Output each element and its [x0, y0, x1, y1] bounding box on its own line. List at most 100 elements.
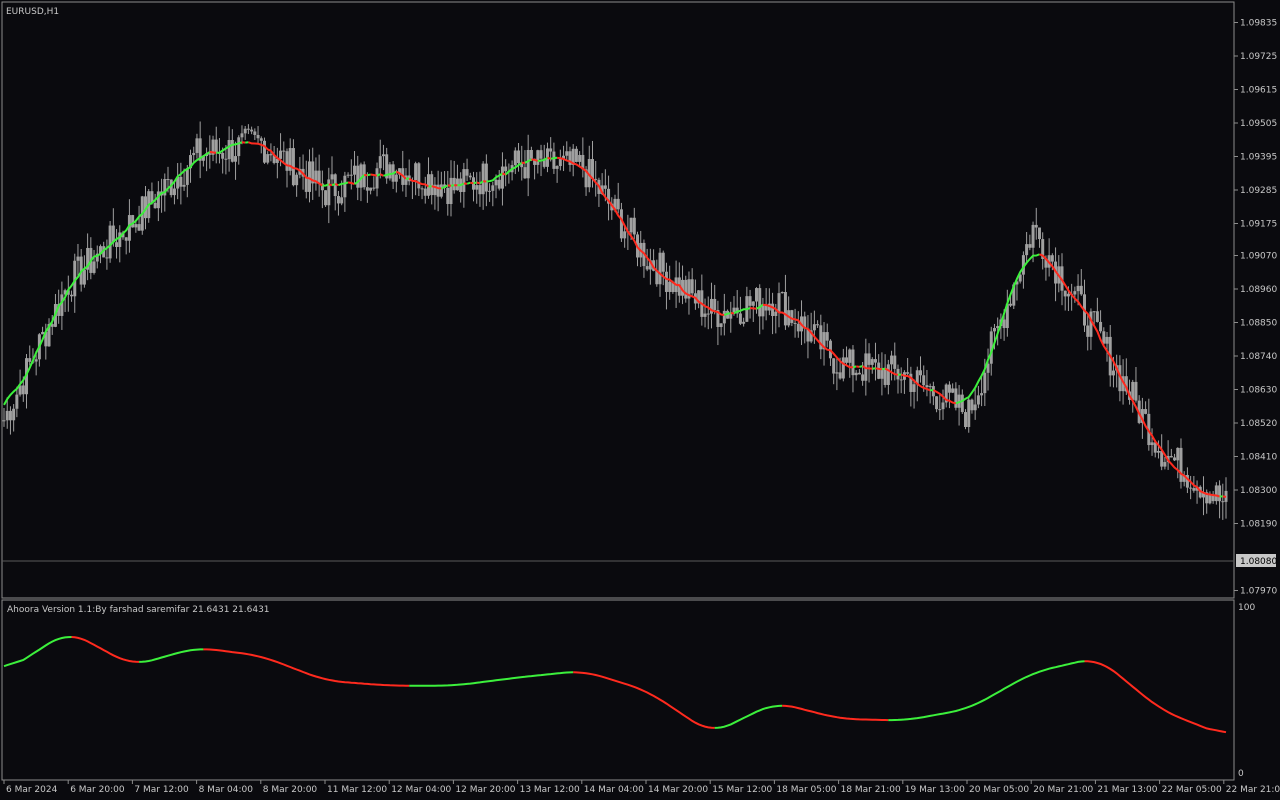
candle-body [616, 198, 620, 210]
candle-body [754, 288, 758, 302]
candle-body [925, 385, 929, 388]
candle-body [324, 190, 328, 206]
candle-body [976, 395, 980, 405]
candle-body [1002, 319, 1006, 329]
candle-body [221, 152, 225, 159]
trend-segment [367, 173, 371, 177]
candle-body [780, 291, 784, 294]
candle-body [1131, 381, 1135, 400]
trend-segment [470, 181, 474, 185]
candle-body [906, 372, 910, 374]
time-tick-label: 14 Mar 04:00 [584, 785, 644, 795]
trend-segment [466, 181, 471, 185]
candle-body [388, 164, 392, 179]
candle-body [1176, 447, 1180, 461]
candle-body [1028, 244, 1032, 248]
candle-body [552, 151, 556, 169]
candle-body [835, 372, 839, 374]
candle-body [877, 362, 881, 379]
trend-segment [376, 173, 381, 177]
candle-body [365, 187, 369, 191]
candle-body [227, 140, 231, 160]
candle-body [967, 399, 971, 428]
trend-segment [852, 365, 857, 369]
candle-body [1144, 409, 1148, 414]
candle-body [867, 353, 871, 365]
candle-body [462, 169, 466, 192]
candle-body [632, 217, 636, 235]
candle-body [478, 185, 482, 195]
candle-body [854, 372, 858, 376]
candle-body [1025, 244, 1029, 256]
candle-body [172, 188, 176, 196]
time-tick-label: 22 Mar 21:00 [1226, 785, 1280, 795]
candle-body [452, 177, 456, 191]
candle-body [912, 384, 916, 392]
candle-body [722, 310, 726, 324]
candle-body [250, 129, 254, 132]
candle-body [954, 388, 958, 408]
candle-body [619, 209, 623, 239]
candle-body [838, 372, 842, 379]
main-chart-title: EURUSD,H1 [6, 7, 59, 17]
trend-segment [370, 173, 378, 177]
candle-body [230, 140, 234, 162]
candle-body [214, 139, 218, 154]
candle-body [500, 166, 504, 189]
candle-body [947, 384, 951, 393]
candle-body [481, 163, 485, 195]
time-tick-label: 7 Mar 12:00 [134, 785, 189, 795]
candle-body [436, 184, 440, 197]
candle-body [893, 355, 897, 369]
price-tick-label: 1.08740 [1240, 352, 1277, 362]
price-tick-label: 1.09725 [1240, 52, 1277, 62]
candle-body [124, 237, 128, 241]
candle-body [468, 175, 472, 178]
candle-body [774, 311, 778, 316]
time-tick-label: 13 Mar 12:00 [520, 785, 580, 795]
candle-body [246, 128, 250, 130]
candle-body [2, 420, 6, 422]
candle-body [295, 174, 299, 186]
price-tick-label: 1.08520 [1240, 419, 1277, 429]
price-tick-label: 1.08630 [1240, 385, 1277, 395]
candle-body [1214, 485, 1218, 502]
candle-body [539, 150, 543, 159]
candle-body [832, 358, 836, 374]
candle-body [668, 281, 672, 292]
price-tick-label: 1.08850 [1240, 318, 1277, 328]
candle-body [340, 197, 344, 204]
candle-body [262, 140, 266, 163]
candle-body [369, 187, 373, 191]
trend-segment [450, 184, 455, 187]
candle-body [845, 357, 849, 363]
trend-segment [476, 181, 481, 185]
candle-body [1160, 450, 1164, 467]
candle-body [951, 388, 955, 393]
candle-body [21, 385, 25, 395]
trend-segment [859, 365, 863, 368]
candle-body [883, 367, 887, 385]
candle-body [919, 370, 922, 376]
candle-body [1163, 462, 1167, 467]
time-tick-label: 12 Mar 04:00 [391, 785, 451, 795]
candle-body [439, 184, 443, 197]
candle-body [76, 256, 80, 261]
candle-body [793, 322, 797, 324]
candle-body [1169, 456, 1173, 458]
candle-body [423, 188, 427, 196]
candle-body [565, 151, 569, 156]
candle-body [105, 257, 109, 259]
candle-body [420, 188, 424, 190]
candle-body [992, 328, 996, 332]
candle-body [137, 224, 141, 231]
trend-segment [209, 150, 217, 154]
candle-body [890, 355, 894, 365]
candle-body [713, 298, 717, 311]
candle-body [1134, 381, 1138, 401]
candle-body [1037, 227, 1041, 240]
candle-body [526, 149, 530, 179]
candle-body [574, 148, 578, 162]
candle-body [851, 349, 855, 376]
candle-body [748, 296, 752, 306]
